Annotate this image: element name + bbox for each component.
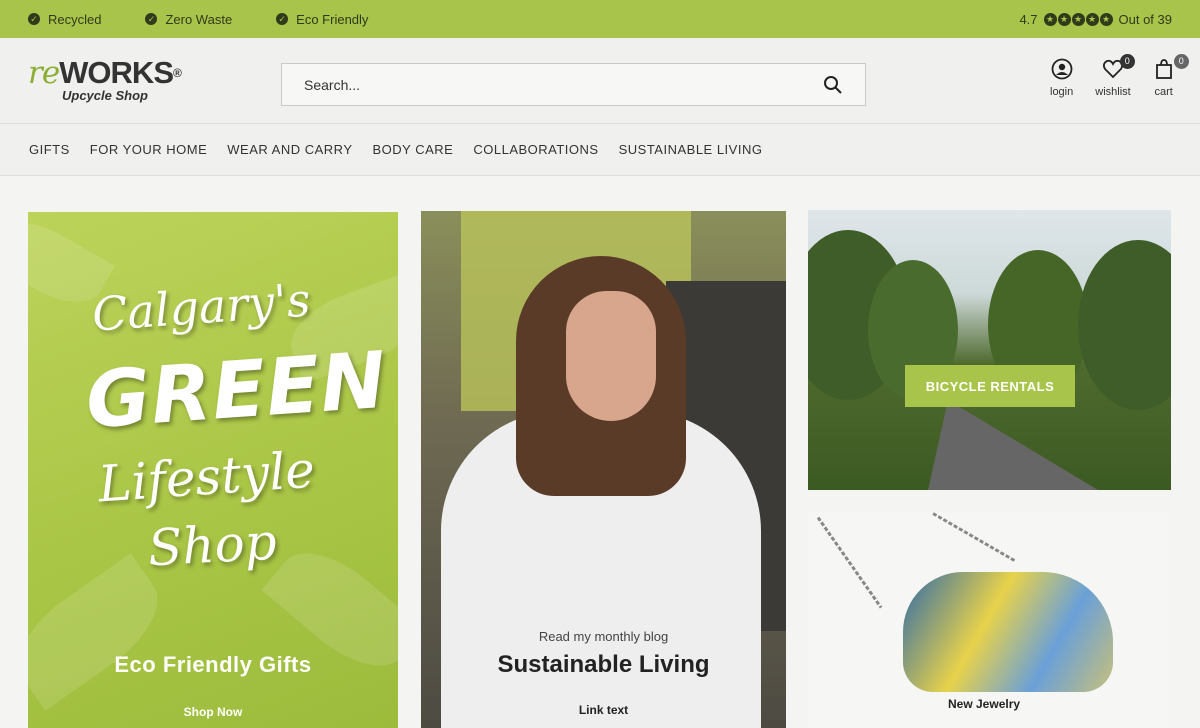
new-jewelry-card[interactable]: New Jewelry [808,512,1171,728]
star-icon: ★ [1043,12,1057,26]
hero-heading-line-4: Shop [146,512,279,578]
logo-re: re [28,55,60,91]
wishlist-button[interactable]: 0 wishlist [1095,54,1135,98]
check-icon: ✓ [145,13,158,25]
cart-count: 0 [1173,54,1189,69]
nav-for-your-home[interactable]: FOR YOUR HOME [90,142,208,157]
reworks-logo[interactable]: reWORKS® Upcycle Shop [28,55,182,103]
shop-now-link[interactable]: Shop Now [28,705,398,719]
user-icon [1051,58,1073,80]
star-icon: ★ [1071,12,1085,26]
cart-button[interactable]: 0 cart [1153,54,1189,98]
rating-stars: ★ ★ ★ ★ ★ [1043,12,1113,26]
wishlist-count: 0 [1119,54,1135,69]
hero-banner-gifts[interactable]: Calgary's GREEN Lifestyle Shop Eco Frien… [28,212,398,728]
main-content: Calgary's GREEN Lifestyle Shop Eco Frien… [0,176,1200,728]
main-navigation: GIFTS FOR YOUR HOME WEAR AND CARRY BODY … [0,124,1200,176]
hero-heading-line-2: GREEN [83,335,390,447]
user-tools: login 0 wishlist 0 cart [1050,54,1189,98]
star-icon: ★ [1085,12,1099,26]
badge-eco-friendly: ✓ Eco Friendly [276,12,368,27]
tree [1078,240,1171,410]
star-icon: ★ [1057,12,1071,26]
photo-person-face [566,291,656,421]
road [928,400,1098,490]
badge-recycled: ✓ Recycled [28,12,101,27]
badge-label: Eco Friendly [296,11,369,27]
search-icon[interactable] [823,75,843,95]
login-label: login [1050,86,1074,98]
rating-value: 4.7 [1019,11,1038,27]
top-announcement-bar: ✓ Recycled ✓ Zero Waste ✓ Eco Friendly 4… [0,0,1200,38]
necklace-chain [816,516,883,609]
bicycle-rentals-card[interactable]: BICYCLE RENTALS [808,210,1171,490]
badge-label: Recycled [48,11,102,27]
star-half-icon: ★ [1099,12,1113,26]
hero-subtitle: Eco Friendly Gifts [114,652,312,677]
blog-title: Sustainable Living [497,651,710,678]
blog-feature-card[interactable]: Read my monthly blog Sustainable Living … [421,211,786,728]
nav-body-care[interactable]: BODY CARE [373,142,454,157]
bicycle-rentals-button[interactable]: BICYCLE RENTALS [905,365,1075,407]
eco-badges: ✓ Recycled ✓ Zero Waste ✓ Eco Friendly [28,12,368,27]
nav-sustainable-living[interactable]: SUSTAINABLE LIVING [619,142,763,157]
wishlist-label: wishlist [1095,86,1131,98]
bear-pendant-image [903,572,1113,692]
nav-gifts[interactable]: GIFTS [29,142,70,157]
rating-count: Out of 39 [1118,11,1172,27]
hero-heading-line-3: Lifestyle [96,440,317,514]
shopping-bag-icon [1155,59,1172,79]
logo-works: WORKS [59,55,174,90]
store-rating[interactable]: 4.7 ★ ★ ★ ★ ★ Out of 39 [1019,12,1172,27]
logo-registered: ® [173,66,182,80]
nav-wear-and-carry[interactable]: WEAR AND CARRY [227,142,352,157]
hero-heading-line-1: Calgary's [90,272,313,342]
login-button[interactable]: login [1050,58,1073,98]
necklace-chain [932,512,1017,563]
badge-zero-waste: ✓ Zero Waste [145,12,232,27]
badge-label: Zero Waste [165,11,233,27]
logo-tagline: Upcycle Shop [62,88,148,103]
site-header: reWORKS® Upcycle Shop Search... login 0 … [0,38,1200,124]
search-input[interactable]: Search... [281,63,866,106]
check-icon: ✓ [276,13,289,25]
blog-kicker: Read my monthly blog [538,629,669,644]
cart-label: cart [1154,86,1173,98]
search-placeholder: Search... [304,76,361,93]
nav-collaborations[interactable]: COLLABORATIONS [473,142,598,157]
blog-link[interactable]: Link text [421,703,786,717]
jewelry-label: New Jewelry [948,697,1021,711]
check-icon: ✓ [28,13,40,25]
